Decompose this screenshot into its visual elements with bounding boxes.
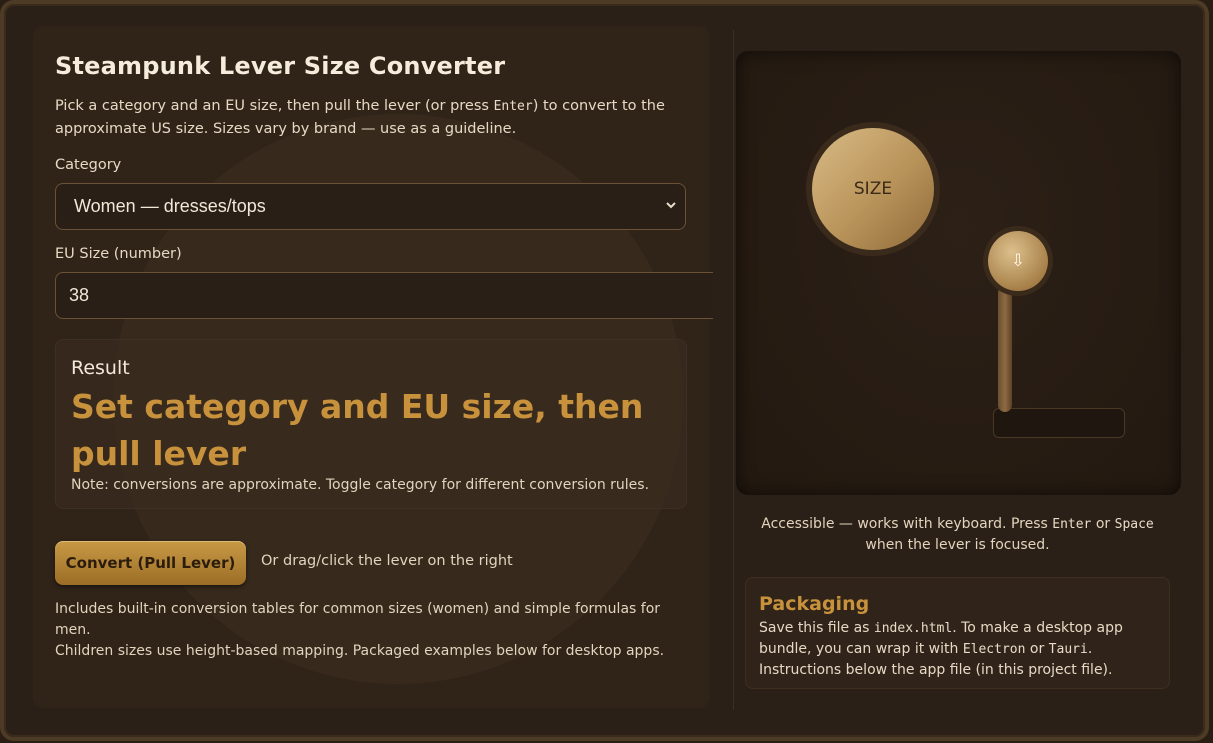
info-text: Includes built-in conversion tables for … (55, 599, 695, 662)
info-line-1: Includes built-in conversion tables for … (55, 601, 661, 638)
enter-key-hint: Enter (1052, 517, 1092, 532)
packaging-title: Packaging (759, 593, 870, 615)
category-select[interactable]: Women — dresses/tops (55, 183, 686, 230)
result-heading: Result (71, 357, 130, 379)
panel-divider (733, 30, 734, 710)
lever-hint: Or drag/click the lever on the right (261, 553, 513, 569)
size-dial: SIZE (812, 128, 934, 250)
eu-size-input-value: 38 (69, 285, 90, 305)
lever-handle[interactable]: ⇩ (988, 231, 1048, 291)
convert-button[interactable]: Convert (Pull Lever) (55, 541, 246, 585)
page-subtitle: Pick a category and an EU size, then pul… (55, 98, 665, 137)
result-value: Set category and EU size, then pull leve… (71, 387, 644, 473)
filename-code: index.html (873, 621, 953, 636)
category-select-value: Women — dresses/tops (74, 196, 266, 216)
space-key-hint: Space (1114, 517, 1154, 532)
accessibility-note: Accessible — works with keyboard. Press … (761, 516, 1154, 553)
info-line-2: Children sizes use height-based mapping.… (55, 643, 665, 659)
result-note: Note: conversions are approximate. Toggl… (71, 477, 650, 493)
eu-size-input[interactable]: 38 (55, 272, 713, 319)
arrow-down-icon: ⇩ (1010, 251, 1026, 271)
packaging-text: Save this file as index.html. To make a … (759, 620, 1123, 678)
lever-arm[interactable] (998, 286, 1012, 412)
eu-size-label: EU Size (number) (55, 246, 182, 262)
page-title: Steampunk Lever Size Converter (55, 52, 506, 80)
dial-label: SIZE (853, 179, 893, 199)
lever-track (993, 408, 1125, 438)
chevron-down-icon (666, 202, 676, 209)
tauri-code: Tauri (1048, 642, 1088, 657)
electron-code: Electron (962, 642, 1026, 657)
category-label: Category (55, 157, 122, 173)
enter-key-hint: Enter (493, 99, 533, 114)
